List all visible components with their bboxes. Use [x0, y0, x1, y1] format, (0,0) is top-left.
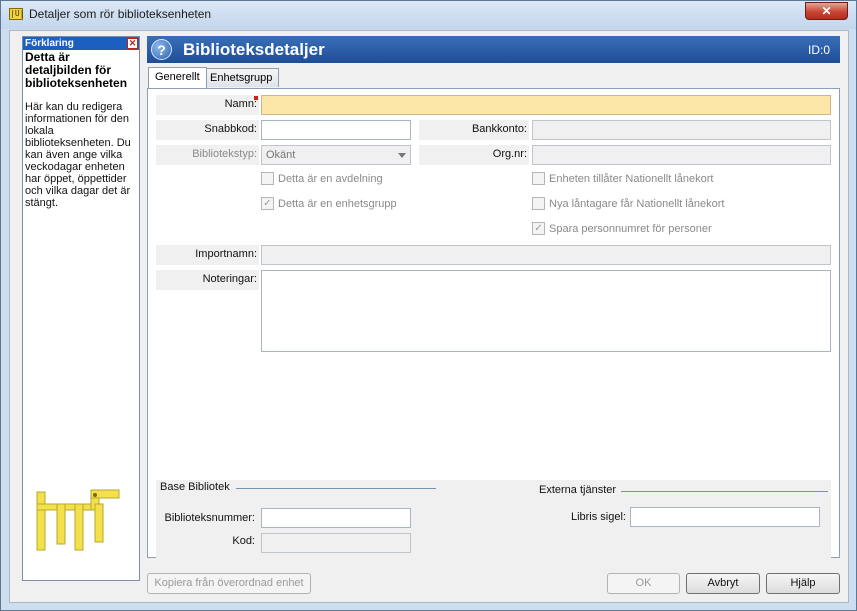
- bibliotekstyp-label: Bibliotekstyp:: [192, 148, 257, 160]
- help-header-label: Förklaring: [25, 38, 74, 49]
- bankkonto-input[interactable]: [532, 120, 831, 140]
- externa-tjanster-divider: [621, 491, 828, 492]
- base-bibliotek-divider: [236, 488, 436, 489]
- help-question-icon[interactable]: ?: [151, 39, 172, 60]
- checkbox-spara-personnummer-box[interactable]: ✓: [532, 222, 545, 235]
- checkbox-avdelning[interactable]: Detta är en avdelning: [261, 172, 383, 185]
- noteringar-label: Noteringar:: [202, 273, 257, 285]
- biblioteksnummer-label: Biblioteksnummer:: [164, 512, 255, 524]
- orgnr-input[interactable]: [532, 145, 831, 165]
- checkbox-avdelning-label: Detta är en avdelning: [278, 172, 383, 185]
- details-banner: ? Biblioteksdetaljer ID:0: [147, 36, 840, 63]
- bankkonto-label: Bankkonto:: [471, 123, 527, 135]
- hjalp-button[interactable]: Hjälp: [766, 573, 840, 594]
- libris-sigel-input[interactable]: [630, 507, 820, 527]
- checkbox-enhetsgrupp-box[interactable]: ✓: [261, 197, 274, 210]
- importnamn-label: Importnamn:: [195, 248, 257, 260]
- externa-tjanster-title: Externa tjänster: [539, 484, 617, 496]
- checkbox-spara-personnummer[interactable]: ✓ Spara personnumret för personer: [532, 222, 712, 235]
- window-title: Detaljer som rör biblioteksenheten: [29, 7, 212, 21]
- window-close-button[interactable]: ✕: [805, 2, 848, 20]
- bibliotekstyp-value: Okänt: [266, 149, 296, 161]
- library-logo-icon: [36, 489, 120, 551]
- importnamn-input[interactable]: [261, 245, 831, 265]
- kopiera-fran-overordnad-button[interactable]: Kopiera från överordnad enhet: [147, 573, 311, 594]
- checkbox-avdelning-box[interactable]: [261, 172, 274, 185]
- tab-page-generellt: Namn: Snabbkod: Bankkonto: Bibliotekstyp…: [147, 88, 840, 582]
- help-title: Detta är detaljbilden för biblioteksenhe…: [25, 50, 128, 90]
- checkbox-nationellt-lanekort-label: Enheten tillåter Nationellt lånekort: [549, 172, 714, 185]
- banner-id: ID:0: [807, 43, 830, 57]
- noteringar-textarea[interactable]: [261, 270, 831, 352]
- app-icon: |U|: [9, 8, 25, 20]
- checkbox-nya-lantagare-label: Nya låntagare får Nationellt lånekort: [549, 197, 725, 210]
- bottom-groups: Base Bibliotek Biblioteksnummer: Kod: Ex…: [156, 480, 831, 582]
- chevron-down-icon: [398, 153, 406, 158]
- checkbox-enhetsgrupp-label: Detta är en enhetsgrupp: [278, 197, 397, 210]
- checkbox-nationellt-lanekort[interactable]: Enheten tillåter Nationellt lånekort: [532, 172, 713, 185]
- namn-label: Namn:: [224, 98, 257, 110]
- help-header: Förklaring ✕: [23, 37, 139, 50]
- help-body: Här kan du redigera informationen för de…: [25, 101, 131, 209]
- libris-sigel-label: Libris sigel:: [570, 511, 626, 523]
- bibliotekstyp-select[interactable]: Okänt: [261, 145, 411, 165]
- help-panel: Förklaring ✕ Detta är detaljbilden för b…: [22, 36, 140, 581]
- checkbox-enhetsgrupp[interactable]: ✓ Detta är en enhetsgrupp: [261, 197, 397, 210]
- base-bibliotek-title: Base Bibliotek: [160, 481, 230, 493]
- title-bar: |U| Detaljer som rör biblioteksenheten ✕: [1, 1, 856, 29]
- checkbox-nya-lantagare-box[interactable]: [532, 197, 545, 210]
- tab-generellt[interactable]: Generellt: [148, 67, 207, 88]
- avbryt-button[interactable]: Avbryt: [686, 573, 760, 594]
- checkbox-spara-personnummer-label: Spara personnumret för personer: [549, 222, 712, 235]
- client-area: Förklaring ✕ Detta är detaljbilden för b…: [9, 30, 849, 603]
- ok-button[interactable]: OK: [607, 573, 680, 594]
- biblioteksnummer-input[interactable]: [261, 508, 411, 528]
- help-close-icon[interactable]: ✕: [127, 38, 138, 49]
- checkbox-nya-lantagare[interactable]: Nya låntagare får Nationellt lånekort: [532, 197, 724, 210]
- required-indicator: [254, 96, 258, 100]
- banner-title: Biblioteksdetaljer: [183, 40, 325, 59]
- checkbox-nationellt-lanekort-box[interactable]: [532, 172, 545, 185]
- namn-input[interactable]: [261, 95, 831, 115]
- orgnr-label: Org.nr:: [492, 148, 527, 160]
- dialog-window: |U| Detaljer som rör biblioteksenheten ✕…: [0, 0, 857, 611]
- snabbkod-input[interactable]: [261, 120, 411, 140]
- snabbkod-label: Snabbkod:: [204, 123, 257, 135]
- kod-label: Kod:: [232, 535, 255, 547]
- kod-input[interactable]: [261, 533, 411, 553]
- tab-enhetsgrupp[interactable]: Enhetsgrupp: [203, 68, 280, 87]
